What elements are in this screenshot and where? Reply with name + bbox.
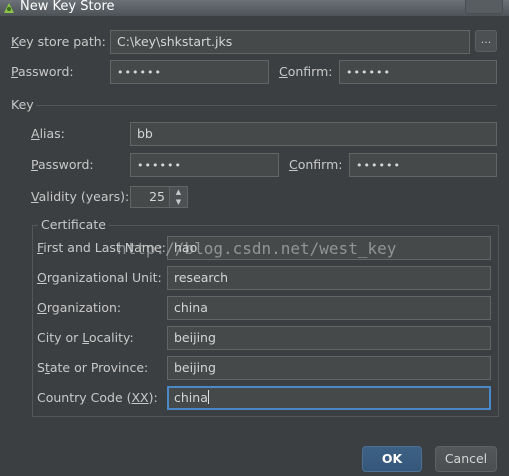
keystore-confirm-input[interactable]: •••••• bbox=[339, 60, 497, 84]
validity-value: 25 bbox=[149, 189, 165, 204]
android-studio-icon bbox=[4, 3, 14, 13]
text-caret bbox=[207, 390, 209, 404]
key-section-divider bbox=[36, 105, 497, 106]
keystore-path-input[interactable]: C:\key\shkstart.jks bbox=[110, 30, 470, 54]
key-section-label: Key bbox=[11, 97, 34, 112]
cancel-button[interactable]: Cancel bbox=[435, 446, 497, 472]
country-code-label: Country Code (XX): bbox=[37, 390, 158, 405]
certificate-section-label: Certificate bbox=[38, 216, 109, 234]
validity-label: Validity (years): bbox=[31, 189, 130, 204]
keystore-confirm-label: Confirm: bbox=[279, 64, 333, 79]
city-input[interactable]: beijing bbox=[167, 326, 491, 350]
spinner-buttons: ▲ ▼ bbox=[169, 187, 187, 207]
country-code-value: china bbox=[174, 390, 208, 405]
state-label: State or Province: bbox=[37, 360, 149, 375]
organization-input[interactable]: china bbox=[167, 296, 491, 320]
alias-label: Alias: bbox=[31, 126, 65, 141]
city-label: City or Locality: bbox=[37, 330, 134, 345]
ok-button[interactable]: OK bbox=[362, 446, 422, 472]
spinner-up-icon[interactable]: ▲ bbox=[170, 187, 187, 197]
organization-label: Organization: bbox=[37, 300, 122, 315]
org-unit-input[interactable]: research bbox=[167, 266, 491, 290]
window-title: New Key Store bbox=[20, 0, 115, 14]
key-confirm-label: Confirm: bbox=[289, 157, 343, 172]
country-code-input[interactable]: china bbox=[167, 386, 491, 410]
keystore-path-label: Key store path: bbox=[11, 34, 106, 49]
key-password-label: Password: bbox=[31, 157, 94, 172]
org-unit-label: Organizational Unit: bbox=[37, 270, 162, 285]
key-password-input[interactable]: •••••• bbox=[130, 153, 279, 177]
watermark-text: http://blog.csdn.net/west_key bbox=[117, 239, 397, 258]
key-confirm-input[interactable]: •••••• bbox=[349, 153, 497, 177]
keystore-password-input[interactable]: •••••• bbox=[110, 60, 269, 84]
spinner-down-icon[interactable]: ▼ bbox=[170, 197, 187, 207]
validity-spinner[interactable]: 25 ▲ ▼ bbox=[130, 186, 188, 208]
browse-button[interactable]: ... bbox=[475, 30, 497, 52]
title-bar: New Key Store bbox=[0, 0, 509, 16]
alias-input[interactable]: bb bbox=[130, 122, 497, 146]
state-input[interactable]: beijing bbox=[167, 356, 491, 380]
close-button[interactable] bbox=[465, 0, 503, 14]
keystore-password-label: Password: bbox=[11, 64, 74, 79]
